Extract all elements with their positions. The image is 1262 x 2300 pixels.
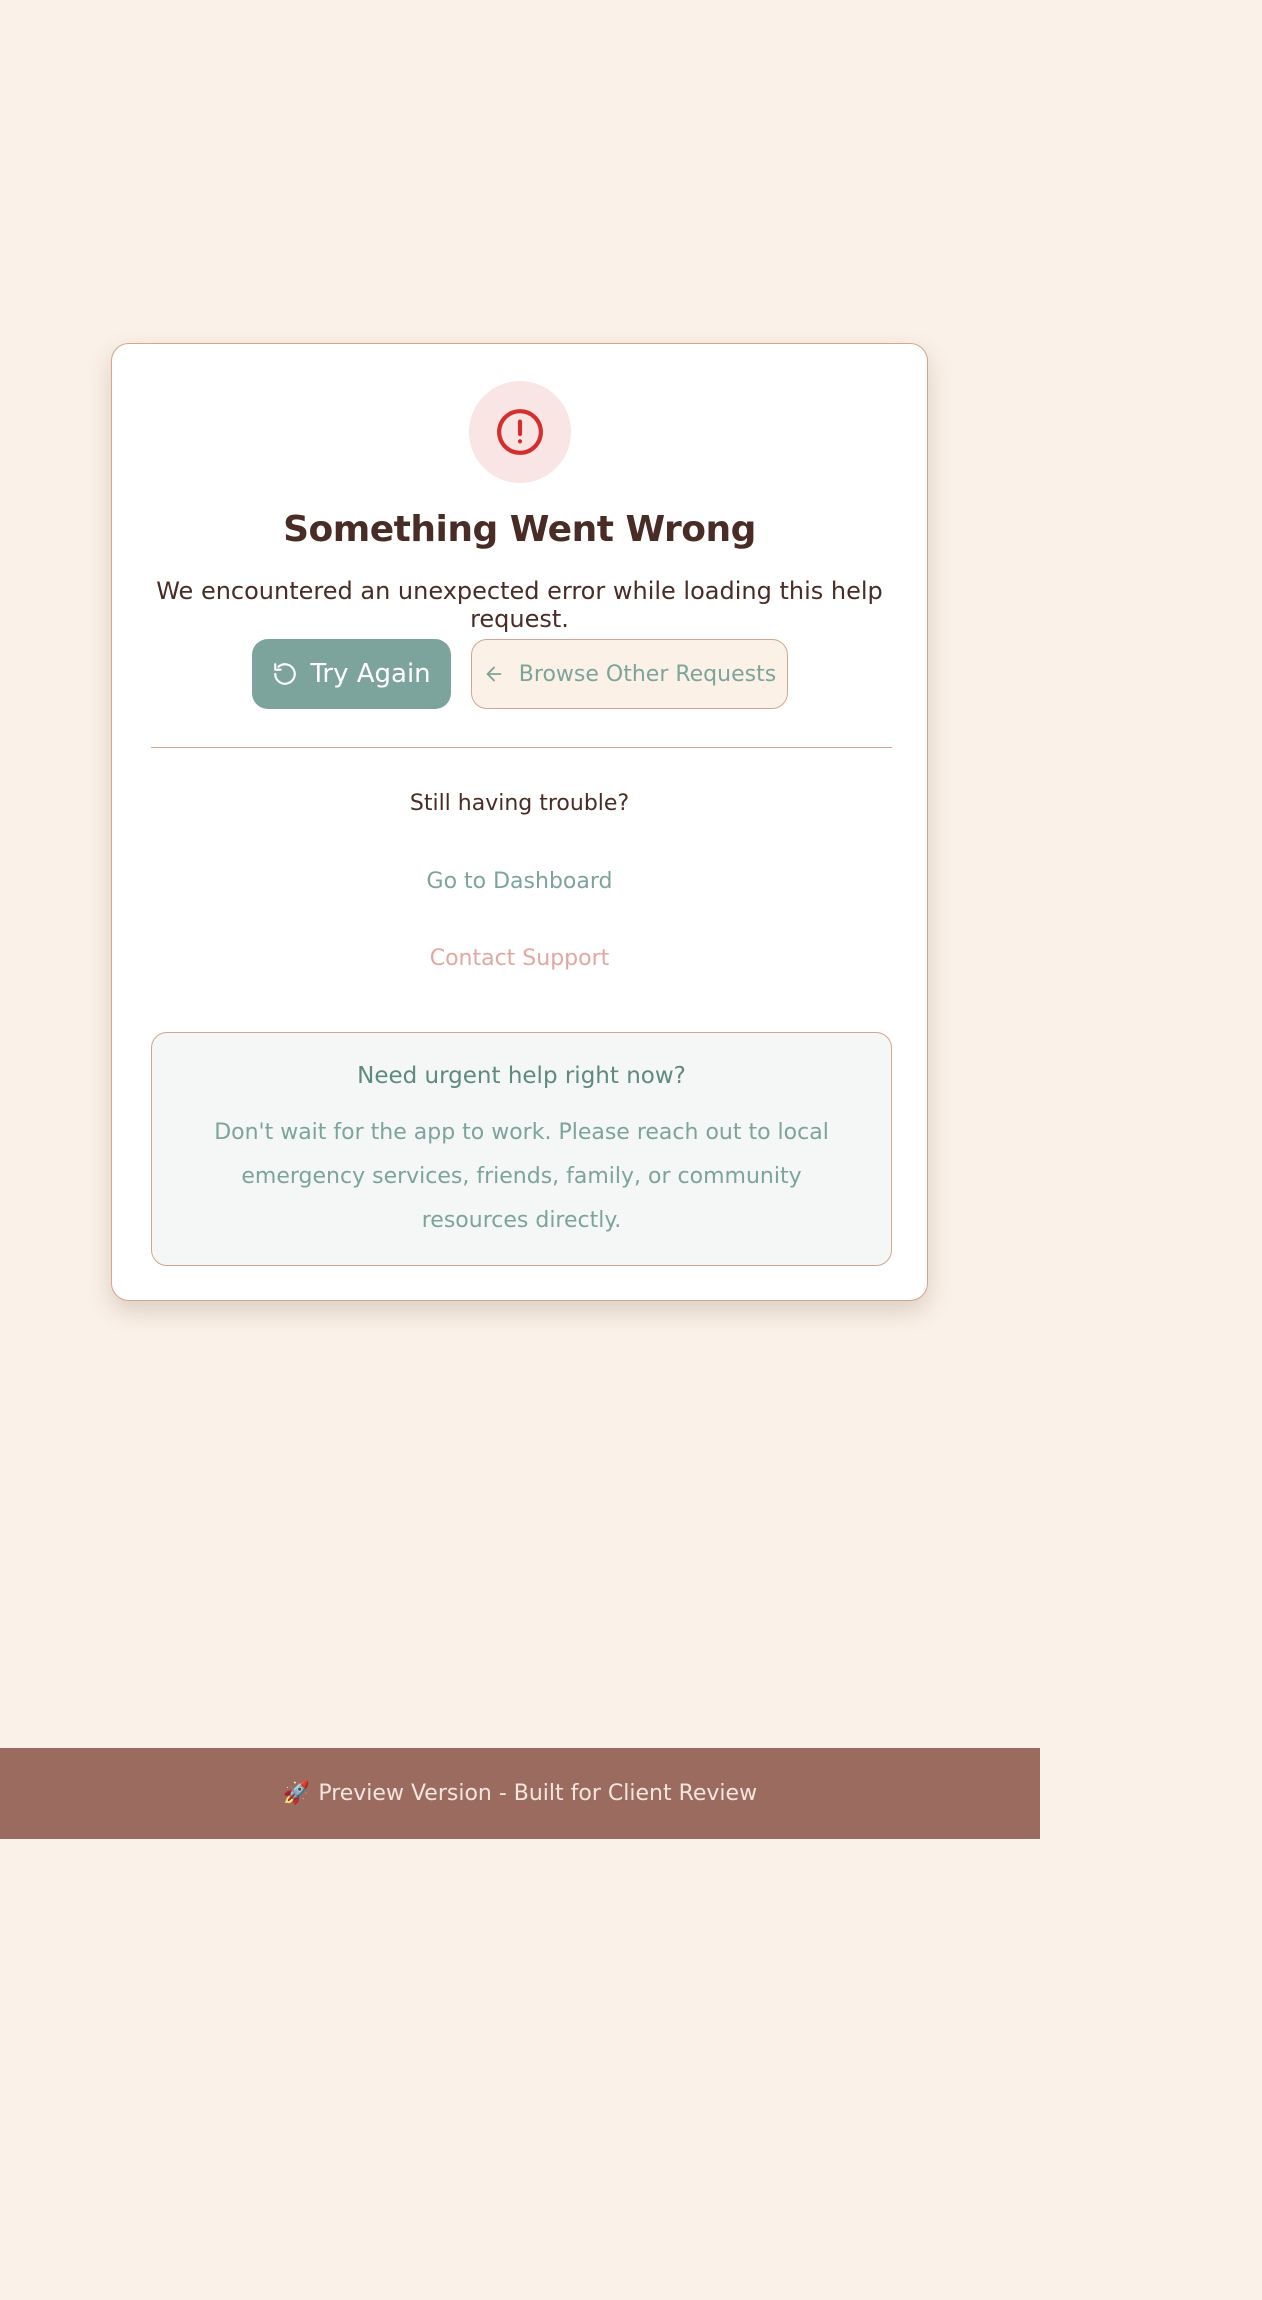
contact-support-link[interactable]: Contact Support [112, 946, 927, 971]
refresh-icon [274, 663, 297, 685]
browse-requests-button[interactable]: Browse Other Requests [471, 639, 788, 709]
trouble-text: Still having trouble? [409, 791, 630, 816]
arrow-left-icon [486, 666, 502, 682]
try-again-label: Try Again [310, 659, 431, 689]
urgent-help-text: Don't wait for the app to work. Please r… [214, 1120, 829, 1233]
error-card: Something Went Wrong We encountered an u… [111, 343, 928, 1301]
urgent-help-box: Need urgent help right now? Don't wait f… [151, 1032, 892, 1266]
error-message: We encountered an unexpected error while… [156, 577, 883, 633]
footer-text: Preview Version - Built for Client Revie… [318, 1781, 758, 1806]
preview-footer: 🚀 Preview Version - Built for Client Rev… [0, 1748, 1040, 1839]
rocket-icon: 🚀 [282, 1781, 311, 1806]
alert-circle-icon [497, 409, 543, 455]
divider [151, 747, 892, 748]
error-title: Something Went Wrong [283, 509, 756, 550]
error-icon-badge [469, 381, 571, 483]
dashboard-link[interactable]: Go to Dashboard [112, 869, 927, 894]
try-again-button[interactable]: Try Again [252, 639, 451, 709]
browse-requests-label: Browse Other Requests [518, 661, 777, 687]
urgent-help-title: Need urgent help right now? [357, 1063, 686, 1089]
